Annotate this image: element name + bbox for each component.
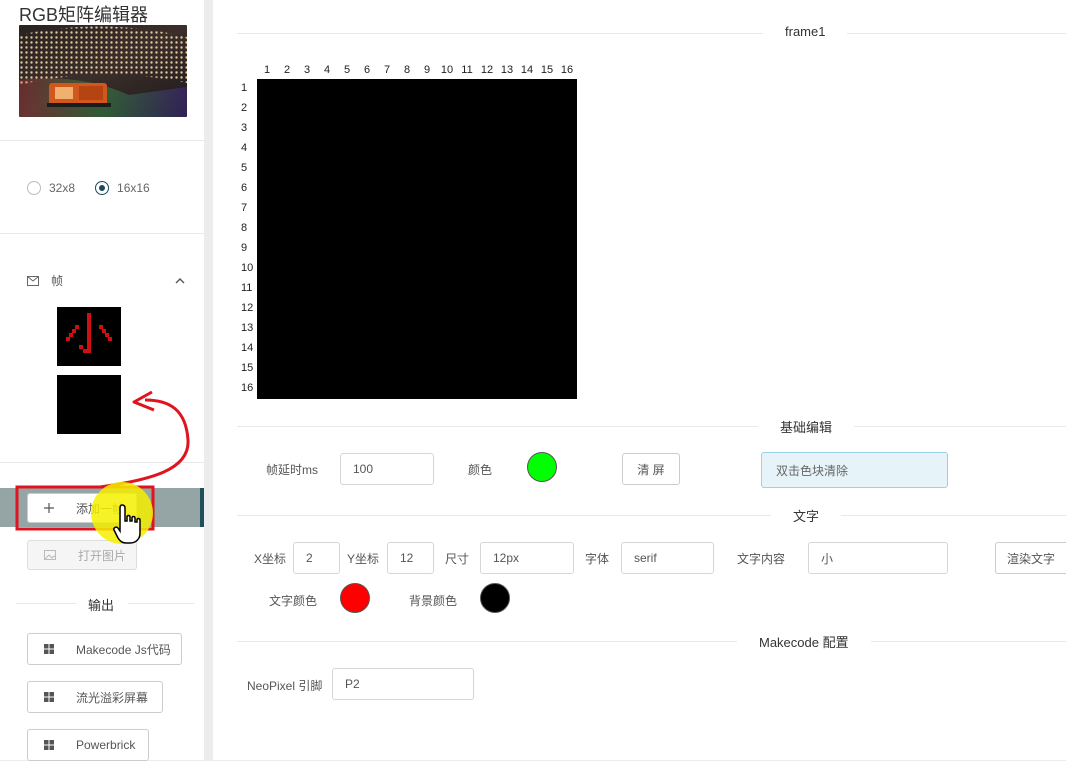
red-arrow-curve (99, 398, 190, 489)
annotation-overlay (15, 390, 190, 544)
